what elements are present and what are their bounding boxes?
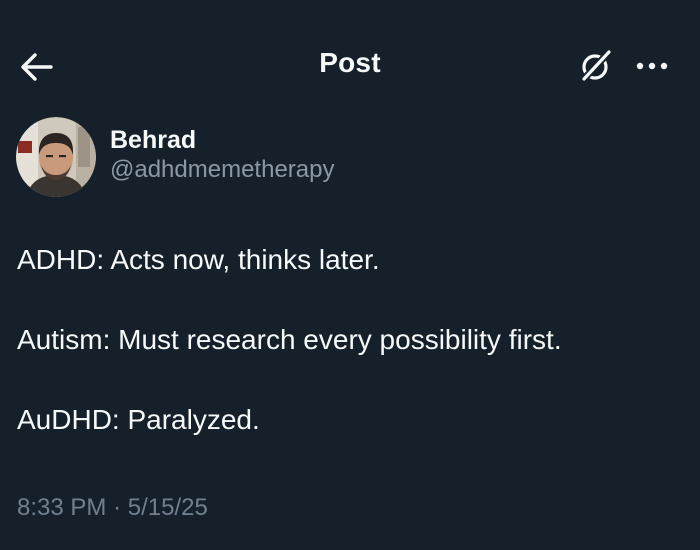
avatar[interactable] (16, 117, 96, 197)
more-options-button[interactable] (628, 42, 676, 90)
post-time[interactable]: 8:33 PM (17, 494, 106, 521)
post-text: ADHD: Acts now, thinks later. Autism: Mu… (17, 240, 687, 440)
grok-button[interactable] (572, 42, 620, 90)
author-display-name[interactable]: Behrad (110, 125, 334, 155)
post-line-audhd: AuDHD: Paralyzed. (17, 404, 260, 435)
author-handle[interactable]: @adhdmemetherapy (110, 155, 334, 185)
post-date[interactable]: 5/15/25 (128, 494, 208, 521)
post-line-autism: Autism: Must research every possibility … (17, 324, 562, 355)
timestamp-separator: · (113, 494, 122, 521)
author-names: Behrad @adhdmemetherapy (110, 125, 334, 185)
post-line-adhd: ADHD: Acts now, thinks later. (17, 244, 380, 275)
grok-icon (579, 48, 613, 84)
top-bar: Post (0, 0, 700, 130)
ellipsis-icon (636, 62, 668, 70)
avatar-image (16, 117, 96, 197)
post-timestamp: 8:33 PM · 5/15/25 (17, 490, 208, 526)
post-author: Behrad @adhdmemetherapy (16, 116, 334, 198)
